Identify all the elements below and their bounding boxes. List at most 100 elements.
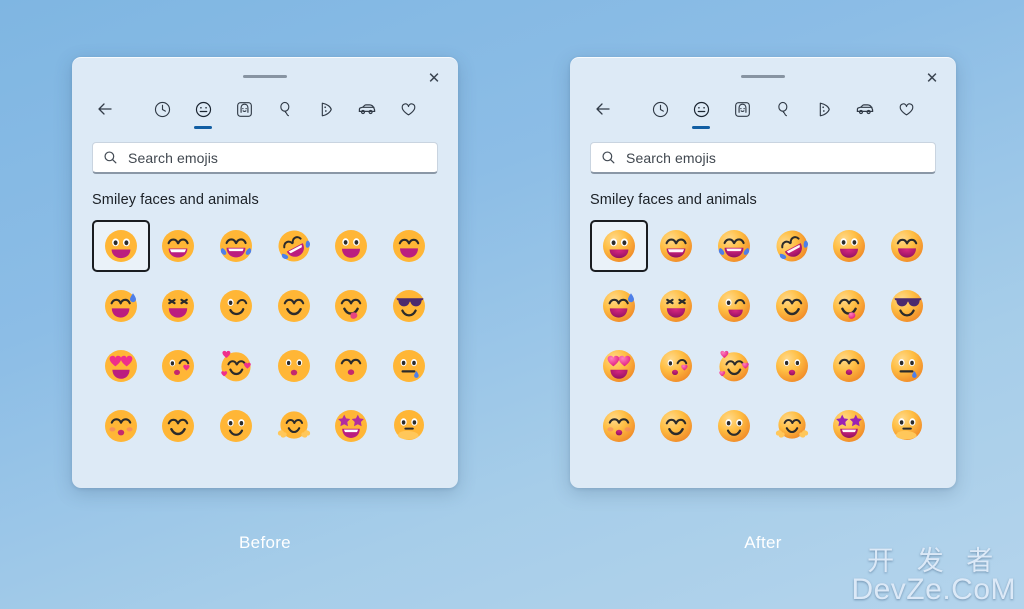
emoji-cell[interactable] — [323, 340, 381, 392]
emoji-cell[interactable] — [150, 280, 208, 332]
emoji-cell[interactable] — [207, 280, 265, 332]
search-input[interactable]: Search emojis — [92, 142, 438, 174]
emoji-cell[interactable] — [92, 220, 150, 272]
tab-people[interactable] — [723, 96, 761, 134]
arrow-left-icon — [593, 96, 613, 122]
person-icon — [235, 96, 254, 122]
slightly-smiling-face-icon — [162, 410, 195, 442]
titlebar: ✕ — [72, 58, 458, 94]
emoji-cell[interactable] — [265, 400, 323, 452]
emoji-cell[interactable] — [763, 220, 821, 272]
emoji-cell[interactable] — [763, 340, 821, 392]
emoji-cell[interactable] — [323, 280, 381, 332]
emoji-cell[interactable] — [92, 280, 150, 332]
face-with-tears-of-joy-icon — [718, 230, 751, 262]
smiling-face-with-hearts-icon — [719, 350, 749, 382]
emoji-cell[interactable] — [590, 280, 648, 332]
kissing-face-smiling-eyes-icon — [104, 410, 137, 442]
emoji-cell[interactable] — [265, 220, 323, 272]
emoji-cell[interactable] — [763, 400, 821, 452]
tab-transport[interactable] — [846, 96, 884, 134]
emoji-cell[interactable] — [821, 220, 879, 272]
smiley-face-icon — [194, 96, 213, 122]
emoji-cell[interactable] — [821, 400, 879, 452]
tab-emoji[interactable] — [184, 96, 222, 134]
emoji-cell[interactable] — [821, 340, 879, 392]
face-with-hand-over-mouth-icon — [892, 410, 923, 440]
grinning-face-big-eyes-icon — [602, 230, 635, 262]
emoji-cell[interactable] — [265, 340, 323, 392]
tab-back[interactable] — [86, 96, 124, 134]
emoji-cell[interactable] — [878, 340, 936, 392]
tab-transport[interactable] — [348, 96, 386, 134]
emoji-cell[interactable] — [380, 400, 438, 452]
search-placeholder: Search emojis — [128, 149, 219, 166]
search-icon — [103, 150, 118, 165]
emoji-cell[interactable] — [878, 220, 936, 272]
emoji-cell[interactable] — [207, 340, 265, 392]
emoji-cell[interactable] — [323, 220, 381, 272]
emoji-cell[interactable] — [590, 340, 648, 392]
emoji-cell[interactable] — [150, 220, 208, 272]
emoji-cell[interactable] — [92, 340, 150, 392]
emoji-cell[interactable] — [648, 340, 706, 392]
emoji-cell[interactable] — [380, 280, 438, 332]
emoji-cell[interactable] — [648, 280, 706, 332]
emoji-cell[interactable] — [207, 400, 265, 452]
emoji-cell[interactable] — [763, 280, 821, 332]
emoji-cell[interactable] — [92, 400, 150, 452]
smiling-face-with-open-hands-icon — [277, 411, 310, 439]
smiling-face-with-hearts-icon — [221, 350, 251, 382]
tab-recent[interactable] — [641, 96, 679, 134]
kissing-face-icon — [277, 350, 310, 382]
drag-handle[interactable] — [243, 75, 287, 78]
emoji-cell[interactable] — [380, 220, 438, 272]
emoji-cell[interactable] — [648, 400, 706, 452]
kissing-face-closed-eyes-icon — [833, 350, 866, 382]
smiley-face-icon — [692, 96, 711, 122]
emoji-cell[interactable] — [150, 400, 208, 452]
emoji-cell[interactable] — [878, 280, 936, 332]
tab-celebration[interactable] — [266, 96, 304, 134]
emoji-cell[interactable] — [705, 400, 763, 452]
drag-handle[interactable] — [741, 75, 785, 78]
drooling-face-icon — [393, 350, 426, 382]
emoji-cell[interactable] — [380, 340, 438, 392]
watermark-latin: DevZe.CoM — [851, 573, 1016, 606]
tab-symbols[interactable] — [887, 96, 925, 134]
search-icon — [601, 150, 616, 165]
emoji-cell[interactable] — [590, 400, 648, 452]
face-with-hand-over-mouth-icon — [394, 410, 425, 440]
grinning-face-icon — [833, 230, 866, 262]
emoji-cell[interactable] — [265, 280, 323, 332]
emoji-cell[interactable] — [648, 220, 706, 272]
tab-underline-active — [194, 126, 212, 129]
emoji-cell[interactable] — [878, 400, 936, 452]
emoji-cell[interactable] — [705, 220, 763, 272]
emoji-cell[interactable] — [821, 280, 879, 332]
tab-people[interactable] — [225, 96, 263, 134]
emoji-cell[interactable] — [150, 340, 208, 392]
search-input[interactable]: Search emojis — [590, 142, 936, 174]
beaming-face-smiling-eyes-icon — [162, 230, 195, 262]
tab-recent[interactable] — [143, 96, 181, 134]
close-icon[interactable]: ✕ — [918, 66, 946, 90]
car-icon — [855, 96, 875, 122]
emoji-cell[interactable] — [323, 400, 381, 452]
tab-strip — [570, 96, 956, 136]
emoji-cell[interactable] — [207, 220, 265, 272]
tab-food[interactable] — [805, 96, 843, 134]
tab-symbols[interactable] — [389, 96, 427, 134]
emoji-cell[interactable] — [705, 280, 763, 332]
tab-emoji[interactable] — [682, 96, 720, 134]
search-placeholder: Search emojis — [626, 149, 717, 166]
emoji-cell[interactable] — [705, 340, 763, 392]
face-blowing-a-kiss-icon — [162, 350, 195, 382]
close-icon[interactable]: ✕ — [420, 66, 448, 90]
section-title: Smiley faces and animals — [590, 192, 757, 208]
emoji-cell[interactable] — [590, 220, 648, 272]
tab-celebration[interactable] — [764, 96, 802, 134]
tab-food[interactable] — [307, 96, 345, 134]
watermark-chinese: 开 发 者 — [867, 546, 1001, 577]
tab-back[interactable] — [584, 96, 622, 134]
